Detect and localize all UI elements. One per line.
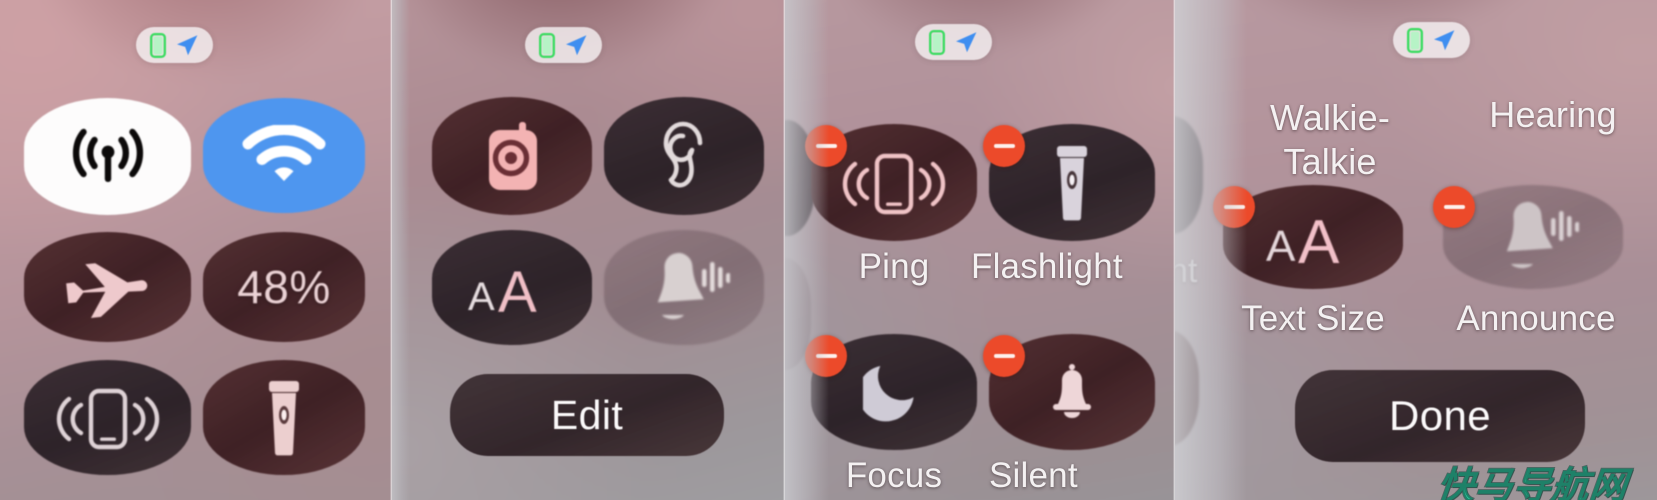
battery-percent-label: 48% bbox=[237, 261, 331, 313]
panel-control-center-main: 48% bbox=[0, 0, 392, 500]
silent-tile-label: Silent bbox=[989, 456, 1078, 495]
panel-control-center-edit-mode-bottom: ht Walkie-Talkie Hearing bbox=[1175, 0, 1657, 500]
panel-edge-sliver bbox=[1175, 0, 1247, 500]
flashlight-button[interactable] bbox=[203, 360, 365, 475]
hearing-tile-label: Hearing bbox=[1489, 94, 1617, 135]
panel-divider bbox=[783, 0, 785, 500]
text-size-button[interactable]: A A bbox=[432, 230, 592, 345]
flashlight-icon bbox=[203, 360, 365, 475]
panel-divider bbox=[390, 0, 392, 500]
flashlight-tile-label: Flashlight bbox=[971, 247, 1123, 286]
minus-icon bbox=[1443, 204, 1465, 210]
walkie-talkie-tile-label: Walkie-Talkie bbox=[1269, 97, 1391, 182]
location-arrow-icon bbox=[954, 31, 978, 54]
minus-icon bbox=[993, 353, 1015, 359]
panel-control-center-edit-mode-top: Ping Flashlight Focus Silent bbox=[785, 0, 1175, 500]
airplane-icon bbox=[24, 232, 191, 342]
iphone-connected-icon bbox=[1407, 27, 1423, 53]
edit-button-label: Edit bbox=[550, 391, 624, 438]
announce-tile-label: Announce bbox=[1456, 299, 1616, 338]
svg-text:A: A bbox=[1298, 208, 1340, 267]
bell-announce-icon bbox=[604, 230, 764, 345]
remove-announce-badge[interactable] bbox=[1433, 186, 1475, 228]
status-pill bbox=[525, 27, 602, 63]
remove-silent-badge[interactable] bbox=[983, 335, 1025, 377]
remove-flashlight-badge[interactable] bbox=[983, 125, 1025, 167]
battery-indicator-button[interactable]: 48% bbox=[203, 232, 365, 342]
done-button-label: Done bbox=[1388, 392, 1491, 439]
iphone-connected-icon bbox=[929, 29, 945, 55]
minus-icon bbox=[993, 143, 1015, 149]
airplane-toggle-button[interactable] bbox=[24, 232, 191, 342]
ear-hearing-icon bbox=[604, 97, 764, 215]
iphone-connected-icon bbox=[539, 32, 555, 58]
walkie-talkie-button[interactable] bbox=[432, 97, 592, 215]
status-pill bbox=[915, 24, 992, 60]
ping-iphone-icon bbox=[24, 360, 191, 475]
focus-tile-label: Focus bbox=[845, 456, 943, 495]
screenshot-root: 48% A A Edit Ping Flashlight Focus Silen… bbox=[0, 0, 1657, 500]
location-arrow-icon bbox=[175, 34, 199, 57]
text-size-aa-icon: A A bbox=[432, 230, 592, 345]
announce-notifications-button[interactable] bbox=[604, 230, 764, 345]
panel-edge-sliver bbox=[785, 0, 829, 500]
cellular-toggle-button[interactable] bbox=[24, 98, 191, 215]
panel-divider bbox=[1173, 0, 1175, 500]
status-pill bbox=[1393, 22, 1470, 58]
status-pill bbox=[136, 27, 213, 63]
svg-text:A: A bbox=[1266, 222, 1296, 267]
svg-text:A: A bbox=[498, 260, 537, 316]
ping-iphone-button[interactable] bbox=[24, 360, 191, 475]
ping-tile-label: Ping bbox=[858, 247, 930, 286]
location-arrow-icon bbox=[1432, 29, 1456, 52]
edit-button[interactable]: Edit bbox=[450, 374, 724, 456]
panel-edge-sliver bbox=[392, 0, 410, 500]
watermark: 快马导航网 bbox=[1435, 463, 1631, 500]
walkie-talkie-icon bbox=[432, 97, 592, 215]
wifi-icon bbox=[203, 98, 365, 213]
cellular-antenna-icon bbox=[24, 98, 191, 215]
svg-text:A: A bbox=[468, 275, 495, 316]
wifi-toggle-button[interactable] bbox=[203, 98, 365, 213]
panel-control-center-scrolled: A A Edit bbox=[392, 0, 785, 500]
iphone-connected-icon bbox=[150, 32, 166, 58]
done-button[interactable]: Done bbox=[1295, 370, 1585, 462]
hearing-button[interactable] bbox=[604, 97, 764, 215]
location-arrow-icon bbox=[564, 34, 588, 57]
